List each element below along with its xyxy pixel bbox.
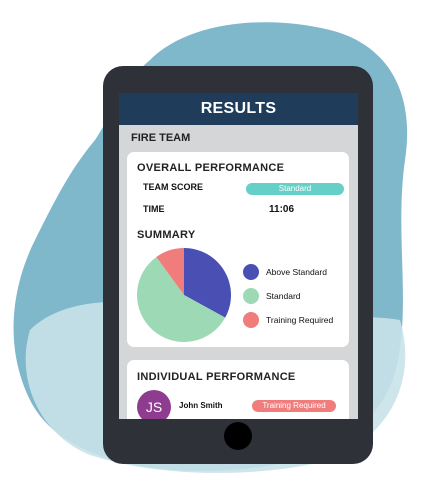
avatar[interactable]: JS (137, 390, 171, 419)
time-label: TIME (143, 204, 165, 214)
legend-label: Above Standard (266, 267, 327, 277)
legend-label: Training Required (266, 315, 334, 325)
legend-dot-standard (243, 288, 259, 304)
overall-performance-title: OVERALL PERFORMANCE (137, 162, 285, 174)
summary-pie-chart (137, 248, 231, 342)
team-score-badge: Standard (246, 183, 344, 195)
individual-performance-title: INDIVIDUAL PERFORMANCE (137, 371, 296, 383)
tablet-screen: RESULTS FIRE TEAM OVERALL PERFORMANCE TE… (119, 93, 358, 419)
team-score-label: TEAM SCORE (143, 182, 204, 192)
legend-dot-training-required (243, 312, 259, 328)
member-status-badge: Training Required (252, 400, 336, 412)
page-title: RESULTS (119, 93, 358, 125)
legend-dot-above-standard (243, 264, 259, 280)
overall-performance-card: OVERALL PERFORMANCE TEAM SCORE Standard … (127, 152, 349, 347)
member-name[interactable]: John Smith (179, 401, 223, 410)
legend-label: Standard (266, 291, 301, 301)
individual-performance-card: INDIVIDUAL PERFORMANCE JS John Smith Tra… (127, 360, 349, 419)
tablet-device: RESULTS FIRE TEAM OVERALL PERFORMANCE TE… (103, 66, 373, 464)
summary-title: SUMMARY (137, 229, 196, 241)
home-button[interactable] (224, 422, 252, 450)
time-value: 11:06 (269, 204, 295, 215)
team-name: FIRE TEAM (131, 132, 191, 144)
